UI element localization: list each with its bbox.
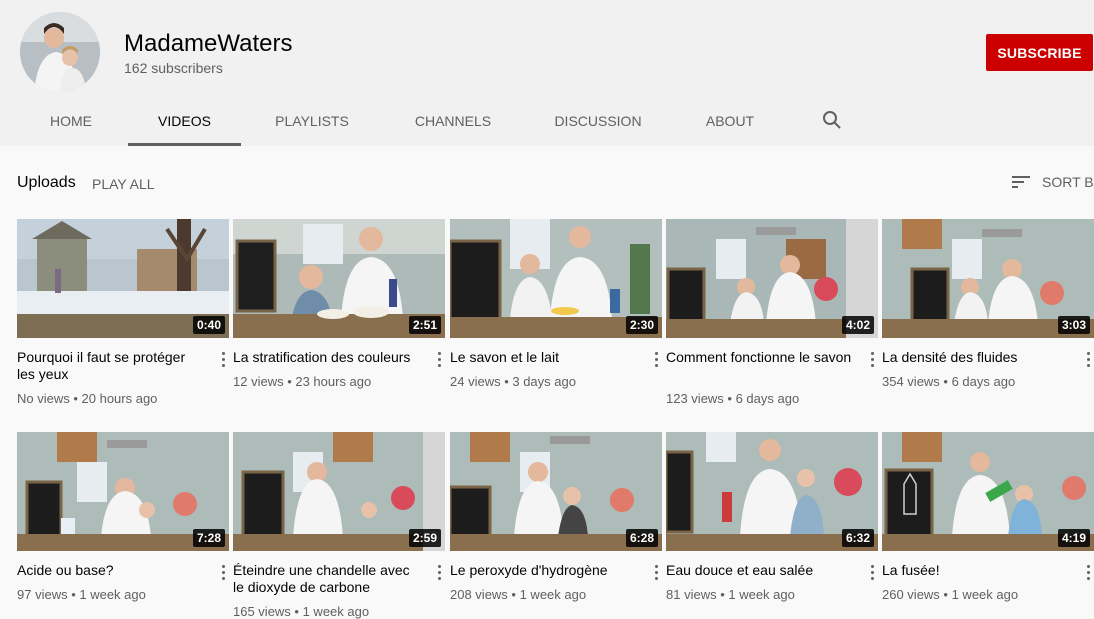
avatar-image xyxy=(20,12,100,92)
sort-icon xyxy=(1012,176,1030,188)
video-card[interactable]: 3:03 La densité des fluides 354 views • … xyxy=(882,219,1094,389)
tab-home[interactable]: HOME xyxy=(40,100,102,146)
subscribe-button[interactable]: SUBSCRIBE xyxy=(986,34,1093,71)
video-card[interactable]: 4:02 Comment fonctionne le savon 123 vie… xyxy=(666,219,878,406)
more-options-icon[interactable] xyxy=(433,562,445,582)
uploads-label: Uploads xyxy=(17,174,76,191)
video-title[interactable]: Le savon et le lait xyxy=(450,349,638,366)
video-thumbnail[interactable]: 2:30 xyxy=(450,219,662,338)
sort-by-button[interactable]: SORT BY xyxy=(1012,174,1094,190)
video-card[interactable]: 7:28 Acide ou base? 97 views • 1 week ag… xyxy=(17,432,229,602)
video-thumbnail[interactable]: 4:02 xyxy=(666,219,878,338)
video-meta: 24 views • 3 days ago xyxy=(450,374,576,389)
video-thumbnail[interactable]: 2:51 xyxy=(233,219,445,338)
play-all-button[interactable]: PLAY ALL xyxy=(92,176,155,192)
video-meta: 208 views • 1 week ago xyxy=(450,587,587,602)
video-duration: 4:02 xyxy=(841,316,874,334)
video-title[interactable]: Comment fonctionne le savon xyxy=(666,349,854,366)
channel-avatar[interactable] xyxy=(20,12,100,92)
channel-tabs: HOME VIDEOS PLAYLISTS CHANNELS DISCUSSIO… xyxy=(0,100,1094,146)
sort-label: SORT BY xyxy=(1042,174,1094,190)
video-card[interactable]: 6:32 Eau douce et eau salée 81 views • 1… xyxy=(666,432,878,602)
channel-name: MadameWaters xyxy=(124,30,293,57)
tab-discussion[interactable]: DISCUSSION xyxy=(546,100,650,146)
video-thumbnail[interactable]: 0:40 xyxy=(17,219,229,338)
video-title[interactable]: La stratification des couleurs xyxy=(233,349,421,366)
uploads-shelf-header: Uploads PLAY ALL SORT BY xyxy=(0,168,1094,198)
more-options-icon[interactable] xyxy=(217,562,229,582)
video-duration: 7:28 xyxy=(192,529,225,547)
video-card[interactable]: 6:28 Le peroxyde d'hydrogène 208 views •… xyxy=(450,432,662,602)
video-duration: 6:28 xyxy=(625,529,658,547)
video-duration: 0:40 xyxy=(192,316,225,334)
more-options-icon[interactable] xyxy=(650,349,662,369)
video-thumbnail[interactable]: 4:19 xyxy=(882,432,1094,551)
more-options-icon[interactable] xyxy=(217,349,229,369)
video-title[interactable]: Acide ou base? xyxy=(17,562,205,579)
video-meta: 165 views • 1 week ago xyxy=(233,604,370,619)
channel-header: MadameWaters 162 subscribers SUBSCRIBE H… xyxy=(0,0,1094,146)
video-duration: 6:32 xyxy=(841,529,874,547)
video-title[interactable]: Le peroxyde d'hydrogène xyxy=(450,562,638,579)
video-thumbnail[interactable]: 6:32 xyxy=(666,432,878,551)
video-thumbnail[interactable]: 3:03 xyxy=(882,219,1094,338)
search-icon[interactable] xyxy=(820,108,846,134)
video-duration: 2:59 xyxy=(408,529,441,547)
video-meta: 97 views • 1 week ago xyxy=(17,587,146,602)
video-duration: 4:19 xyxy=(1057,529,1090,547)
video-duration: 2:51 xyxy=(408,316,441,334)
video-title[interactable]: Pourquoi il faut se protéger les yeux xyxy=(17,349,205,383)
tab-playlists[interactable]: PLAYLISTS xyxy=(264,100,360,146)
video-meta: 354 views • 6 days ago xyxy=(882,374,1016,389)
subscriber-count: 162 subscribers xyxy=(124,60,223,76)
video-meta: 123 views • 6 days ago xyxy=(666,391,800,406)
video-meta: No views • 20 hours ago xyxy=(17,391,158,406)
video-card[interactable]: 2:30 Le savon et le lait 24 views • 3 da… xyxy=(450,219,662,389)
video-duration: 2:30 xyxy=(625,316,658,334)
video-card[interactable]: 4:19 La fusée! 260 views • 1 week ago xyxy=(882,432,1094,602)
more-options-icon[interactable] xyxy=(433,349,445,369)
more-options-icon[interactable] xyxy=(650,562,662,582)
video-card[interactable]: 0:40 Pourquoi il faut se protéger les ye… xyxy=(17,219,229,406)
video-meta: 81 views • 1 week ago xyxy=(666,587,795,602)
video-title[interactable]: La fusée! xyxy=(882,562,1070,579)
tab-channels[interactable]: CHANNELS xyxy=(404,100,502,146)
video-title[interactable]: Éteindre une chandelle avec le dioxyde d… xyxy=(233,562,421,596)
video-thumbnail[interactable]: 6:28 xyxy=(450,432,662,551)
more-options-icon[interactable] xyxy=(866,349,878,369)
video-card[interactable]: 2:51 La stratification des couleurs 12 v… xyxy=(233,219,445,389)
video-duration: 3:03 xyxy=(1057,316,1090,334)
video-meta: 12 views • 23 hours ago xyxy=(233,374,372,389)
video-meta: 260 views • 1 week ago xyxy=(882,587,1019,602)
more-options-icon[interactable] xyxy=(866,562,878,582)
more-options-icon[interactable] xyxy=(1082,562,1094,582)
video-thumbnail[interactable]: 7:28 xyxy=(17,432,229,551)
video-title[interactable]: La densité des fluides xyxy=(882,349,1070,366)
tab-videos[interactable]: VIDEOS xyxy=(128,100,241,146)
video-thumbnail[interactable]: 2:59 xyxy=(233,432,445,551)
more-options-icon[interactable] xyxy=(1082,349,1094,369)
video-card[interactable]: 2:59 Éteindre une chandelle avec le diox… xyxy=(233,432,445,619)
tab-about[interactable]: ABOUT xyxy=(694,100,766,146)
video-title[interactable]: Eau douce et eau salée xyxy=(666,562,854,579)
